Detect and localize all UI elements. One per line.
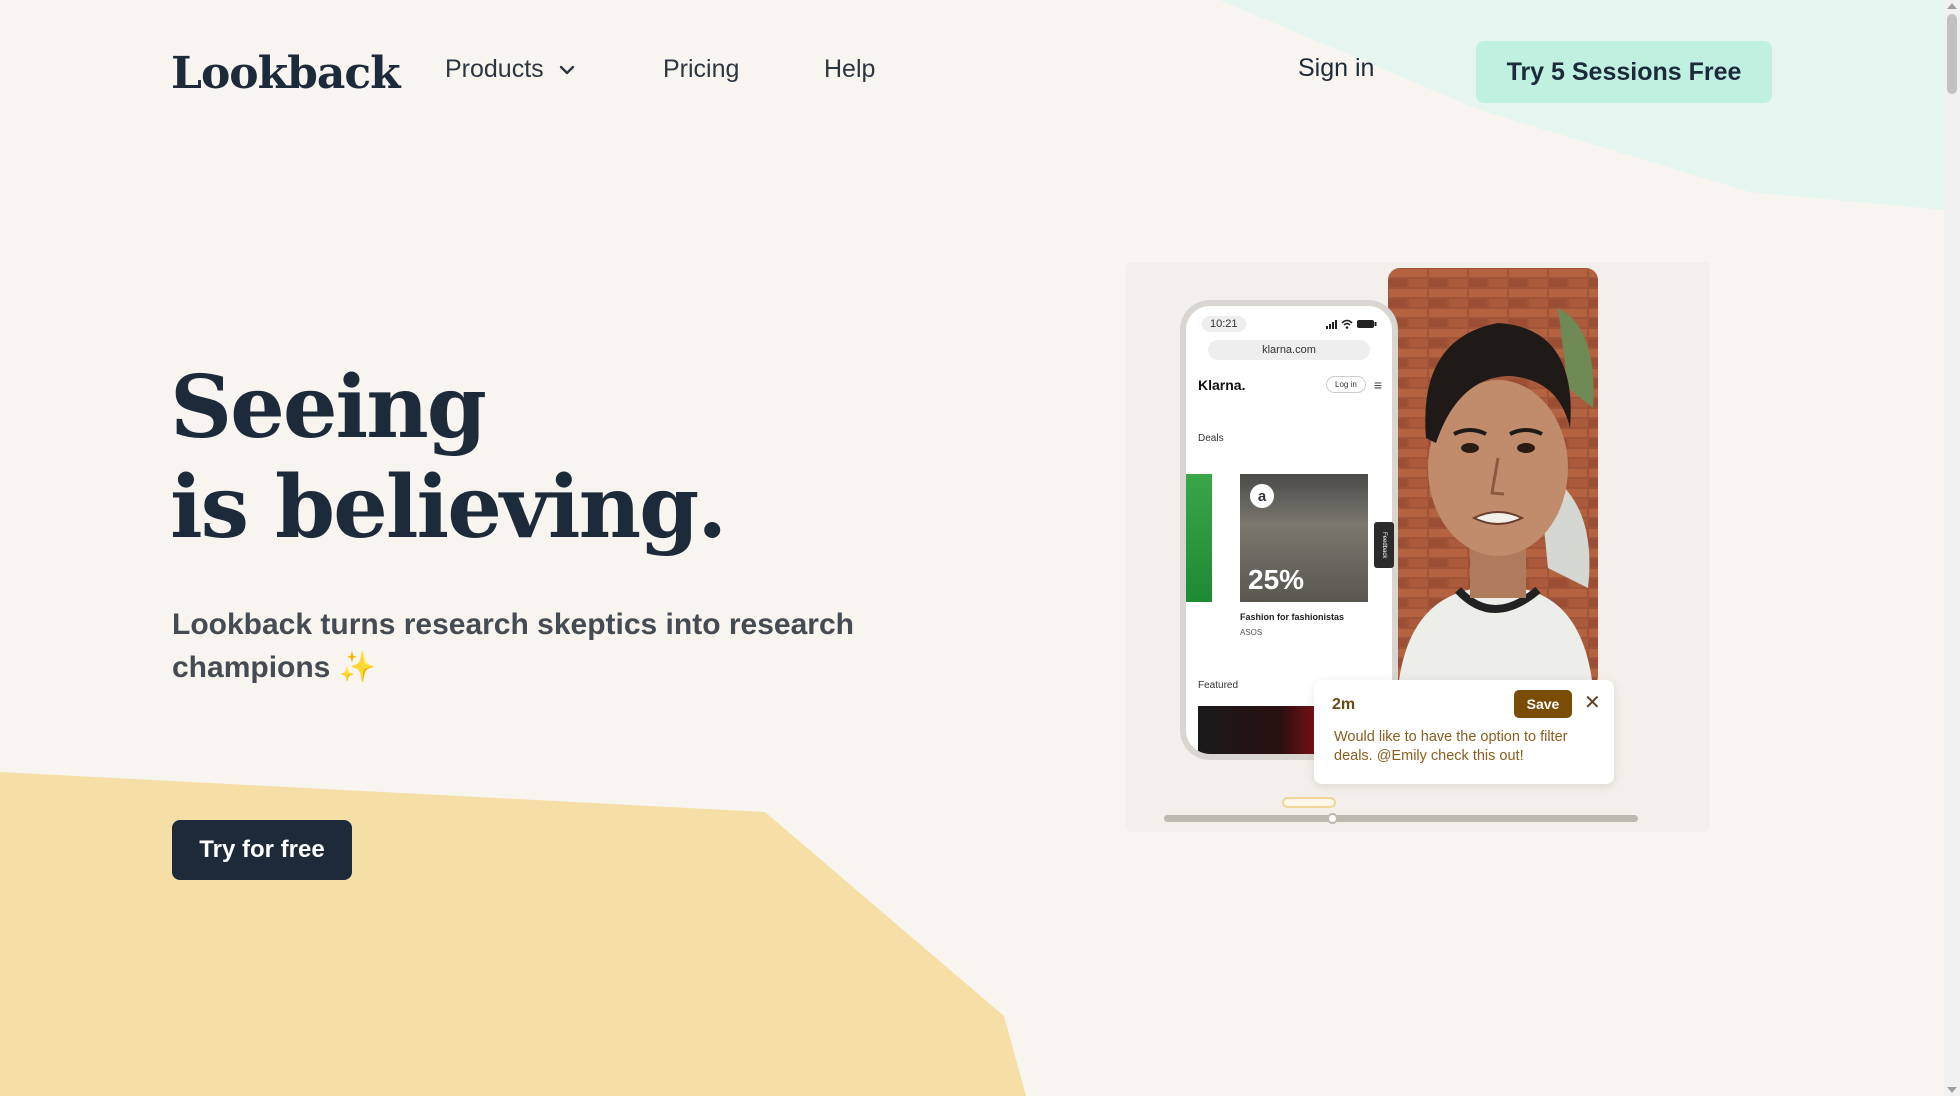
sign-in-link[interactable]: Sign in bbox=[1298, 54, 1374, 83]
timeline-scrubber[interactable] bbox=[1164, 815, 1638, 822]
timeline-playhead[interactable] bbox=[1327, 813, 1338, 824]
comment-card: 2m Save ✕ Would like to have the option … bbox=[1314, 680, 1614, 784]
deal-card-partial bbox=[1186, 474, 1212, 602]
phone-url-bar: klarna.com bbox=[1208, 340, 1370, 360]
deal-brand: ASOS bbox=[1240, 628, 1263, 637]
featured-label: Featured bbox=[1198, 680, 1239, 691]
nav-products[interactable]: Products bbox=[445, 55, 576, 84]
try-for-free-button[interactable]: Try for free bbox=[172, 820, 352, 880]
chevron-down-icon bbox=[559, 65, 574, 74]
sparkle-icon: ✨ bbox=[338, 651, 377, 684]
page-scrollbar[interactable] bbox=[1944, 0, 1960, 1096]
phone-time: 10:21 bbox=[1202, 316, 1246, 332]
nav-products-label: Products bbox=[445, 55, 544, 83]
klarna-logo: Klarna. bbox=[1198, 376, 1246, 393]
asos-logo-icon: a bbox=[1250, 484, 1274, 508]
scrollbar-thumb[interactable] bbox=[1947, 14, 1957, 94]
headline-line-2: is believing. bbox=[170, 457, 727, 558]
phone-site-header: Klarna. Log in ≡ bbox=[1186, 360, 1392, 393]
comment-timestamp: 2m bbox=[1332, 696, 1356, 713]
deal-title: Fashion for fashionistas bbox=[1240, 612, 1345, 622]
feedback-tab: Feedback bbox=[1374, 522, 1394, 568]
hamburger-menu-icon: ≡ bbox=[1373, 376, 1382, 393]
try-sessions-free-button[interactable]: Try 5 Sessions Free bbox=[1476, 41, 1772, 103]
phone-status-bar: 10:21 bbox=[1186, 306, 1392, 332]
deal-discount: 25% bbox=[1248, 564, 1305, 595]
headline-line-1: Seeing bbox=[170, 357, 487, 458]
hero-subhead: Lookback turns research skeptics into re… bbox=[172, 603, 872, 689]
nav-pricing[interactable]: Pricing bbox=[663, 55, 739, 84]
deal-card: a 25% bbox=[1240, 474, 1368, 602]
logo[interactable]: Lookback bbox=[171, 48, 401, 99]
deals-label: Deals bbox=[1198, 433, 1224, 444]
comment-text: Would like to have the option to filter … bbox=[1334, 729, 1568, 764]
phone-login-button: Log in bbox=[1326, 376, 1366, 393]
signal-wifi-battery-icon bbox=[1326, 319, 1377, 329]
comment-save-button[interactable]: Save bbox=[1514, 690, 1572, 718]
scroll-down-icon[interactable] bbox=[1947, 1087, 1957, 1093]
nav-help[interactable]: Help bbox=[824, 55, 875, 84]
close-icon[interactable]: ✕ bbox=[1584, 690, 1601, 715]
participant-video bbox=[1388, 268, 1598, 688]
scroll-up-icon[interactable] bbox=[1947, 3, 1957, 9]
timeline-marker bbox=[1282, 797, 1336, 808]
hero-headline: Seeing is believing. bbox=[170, 357, 727, 558]
subhead-text: Lookback turns research skeptics into re… bbox=[172, 608, 854, 684]
